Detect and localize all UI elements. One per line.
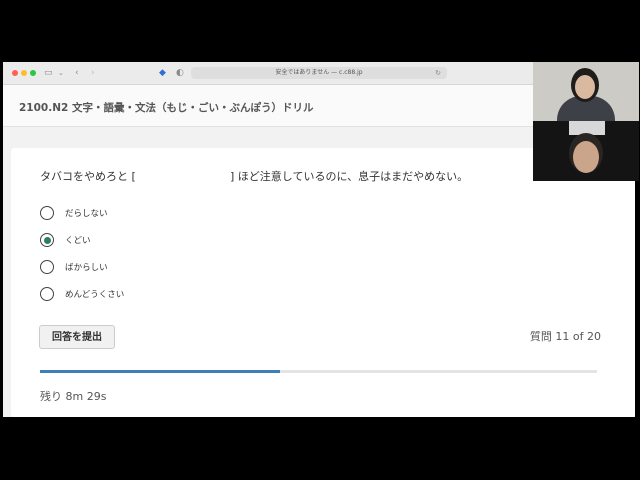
quiz-card: タバコをやめろと [ ] ほど注意しているのに、息子はまだやめない。 だらしない… xyxy=(11,148,635,417)
option-label: だらしない xyxy=(65,209,108,219)
option-label: ばからしい xyxy=(65,263,108,273)
close-window-button[interactable] xyxy=(12,70,18,76)
address-bar[interactable]: 安全ではありません — c.c88.jp ↻ xyxy=(191,67,447,79)
forward-button[interactable]: › xyxy=(91,67,95,79)
sidebar-icon[interactable]: ▭ xyxy=(44,67,53,79)
chevron-down-icon[interactable]: ⌄ xyxy=(58,67,64,79)
video-tile-host xyxy=(533,62,639,122)
option-label: くどい xyxy=(65,236,91,246)
face-shape xyxy=(573,141,599,173)
time-remaining: 残り 8m 29s xyxy=(40,390,107,403)
submit-answer-button[interactable]: 回答を提出 xyxy=(39,325,115,349)
back-button[interactable]: ‹ xyxy=(75,67,79,79)
address-text: 安全ではありません — c.c88.jp xyxy=(275,69,363,76)
question-text-after: ] ほど注意しているのに、息子はまだやめない。 xyxy=(230,170,469,183)
radio-button[interactable] xyxy=(40,206,54,220)
question-counter: 質問 11 of 20 xyxy=(529,330,601,343)
privacy-shield-icon[interactable]: ◐ xyxy=(176,67,184,79)
reload-icon[interactable]: ↻ xyxy=(435,67,441,79)
radio-button-selected[interactable] xyxy=(40,233,54,247)
face-shape xyxy=(575,75,595,99)
zoom-window-button[interactable] xyxy=(30,70,36,76)
progress-bar-fill xyxy=(40,370,280,373)
minimize-window-button[interactable] xyxy=(21,70,27,76)
question-text-before: タバコをやめろと [ xyxy=(40,170,136,183)
extension-icon[interactable]: ◆ xyxy=(159,67,166,79)
progress-bar xyxy=(40,370,597,373)
radio-button[interactable] xyxy=(40,287,54,301)
page-title: 2100.N2 文字・語彙・文法（もじ・ごい・ぶんぽう）ドリル xyxy=(19,102,314,114)
option-label: めんどうくさい xyxy=(65,290,125,300)
radio-button[interactable] xyxy=(40,260,54,274)
video-tile-participant xyxy=(533,121,639,181)
